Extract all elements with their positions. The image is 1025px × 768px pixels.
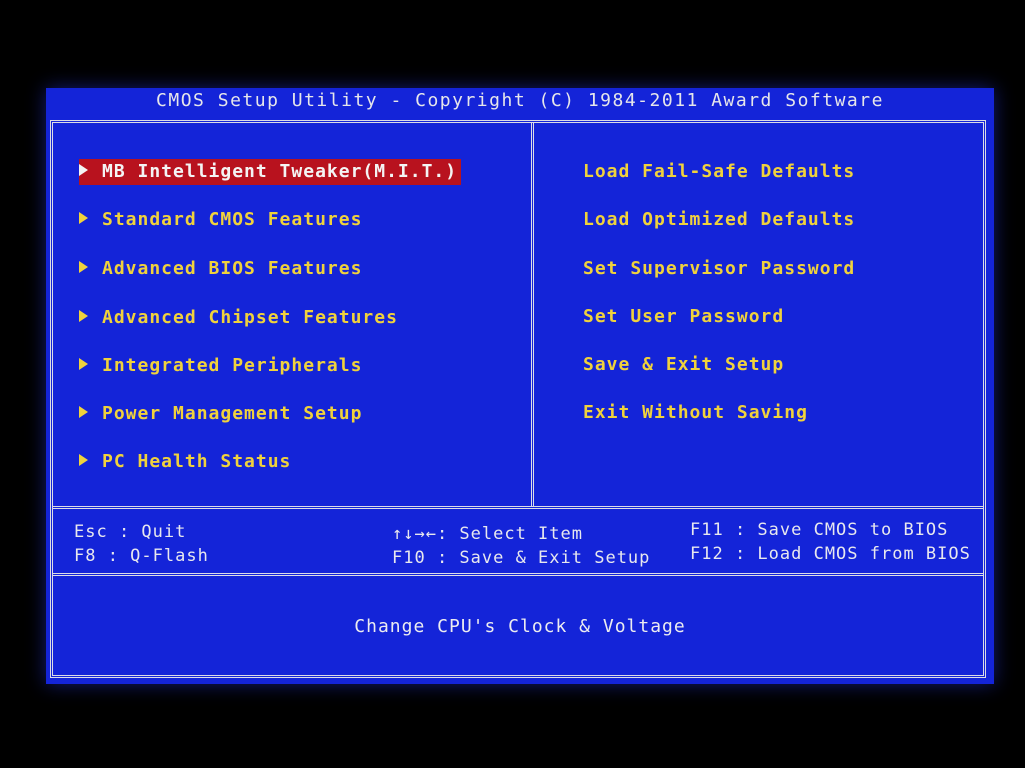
menu-item-label: Power Management Setup (102, 403, 363, 424)
key-help: Esc : Quit F8 : Q-Flash ↑↓→←: Select Ite… (68, 485, 970, 568)
submenu-arrow-icon (79, 261, 88, 273)
help-select-item: ↑↓→←: Select Item (392, 524, 583, 544)
menu-item-power-management-setup[interactable]: Power Management Setup (79, 401, 366, 427)
help-esc-quit: Esc : Quit (74, 522, 187, 542)
menu-item-pc-health-status[interactable]: PC Health Status (79, 449, 295, 475)
submenu-arrow-icon (79, 212, 88, 224)
menu-item-save-exit-setup[interactable]: Save & Exit Setup (583, 352, 788, 378)
menu-item-advanced-chipset-features[interactable]: Advanced Chipset Features (79, 305, 402, 331)
help-f10-save-exit: F10 : Save & Exit Setup (392, 548, 651, 568)
main-frame: MB Intelligent Tweaker(M.I.T.) Standard … (50, 120, 986, 678)
submenu-arrow-icon (79, 358, 88, 370)
menu-item-load-optimized-defaults[interactable]: Load Optimized Defaults (583, 207, 859, 233)
menu-item-label: Integrated Peripherals (102, 355, 363, 376)
menu-item-label: Advanced BIOS Features (102, 258, 363, 279)
menu-item-integrated-peripherals[interactable]: Integrated Peripherals (79, 353, 366, 379)
column-divider (531, 123, 537, 506)
menu-item-advanced-bios-features[interactable]: Advanced BIOS Features (79, 256, 366, 282)
menu-item-label: PC Health Status (102, 451, 292, 472)
menu-item-label: Standard CMOS Features (102, 209, 363, 230)
menu-item-set-user-password[interactable]: Set User Password (583, 304, 788, 330)
menu-item-mb-intelligent-tweaker[interactable]: MB Intelligent Tweaker(M.I.T.) (79, 159, 462, 185)
help-f8-qflash: F8 : Q-Flash (74, 546, 209, 566)
menu-item-exit-without-saving[interactable]: Exit Without Saving (583, 400, 812, 426)
menu-item-label: Advanced Chipset Features (102, 307, 398, 328)
submenu-arrow-icon (79, 406, 88, 418)
menu-item-label: MB Intelligent Tweaker(M.I.T.) (102, 161, 458, 182)
menu-item-set-supervisor-password[interactable]: Set Supervisor Password (583, 256, 859, 282)
submenu-arrow-icon (79, 454, 88, 466)
bios-screen: CMOS Setup Utility - Copyright (C) 1984-… (46, 88, 994, 684)
status-divider (53, 573, 983, 576)
utility-title: CMOS Setup Utility - Copyright (C) 1984-… (156, 90, 884, 111)
help-f11-save-cmos: F11 : Save CMOS to BIOS (690, 520, 949, 540)
menu-item-standard-cmos-features[interactable]: Standard CMOS Features (79, 207, 366, 233)
submenu-arrow-icon (79, 310, 88, 322)
status-description: Change CPU's Clock & Voltage (354, 616, 686, 637)
help-f12-load-cmos: F12 : Load CMOS from BIOS (690, 544, 971, 564)
menu-item-load-fail-safe-defaults[interactable]: Load Fail-Safe Defaults (583, 159, 859, 185)
submenu-arrow-icon (79, 164, 88, 176)
